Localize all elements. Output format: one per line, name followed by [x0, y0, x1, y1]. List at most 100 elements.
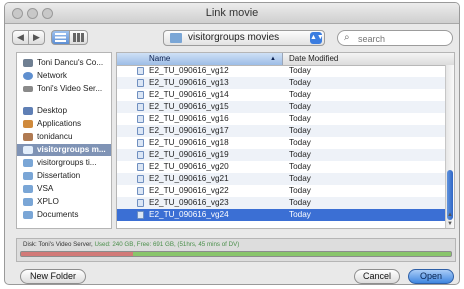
disk-used-fill — [21, 252, 133, 256]
forward-button[interactable]: ▶ — [28, 30, 45, 45]
sidebar-item-label: XPLO — [37, 197, 59, 206]
folder-icon — [23, 146, 33, 154]
movie-file-icon — [137, 187, 144, 195]
name-column-header[interactable]: Name ▲ — [117, 53, 283, 65]
sidebar-item-label: Documents — [37, 210, 79, 219]
disk-label: Disk: Toni's Video Server, — [23, 241, 93, 248]
date-column-header[interactable]: Date Modified — [289, 53, 338, 65]
file-name: E2_TU_090616_vg19 — [149, 150, 229, 159]
name-column-label: Name — [149, 54, 171, 63]
sidebar-item-applications[interactable]: Applications — [17, 118, 111, 130]
sidebar-item-home[interactable]: tonidancu — [17, 131, 111, 143]
sidebar-item-label: Toni's Video Ser... — [37, 84, 103, 93]
file-date: Today — [289, 198, 311, 207]
cancel-button[interactable]: Cancel — [354, 269, 400, 284]
column-view-icon — [73, 33, 84, 42]
location-label: visitorgroups movies — [188, 32, 280, 43]
movie-file-icon — [137, 103, 144, 111]
sidebar-item-label: Applications — [37, 119, 82, 128]
disk-status-text: Disk: Toni's Video Server, Used: 240 GB,… — [23, 241, 239, 248]
window-title: Link movie — [205, 7, 259, 19]
file-row[interactable]: E2_TU_090616_vg22 Today — [117, 185, 447, 197]
file-date: Today — [289, 78, 311, 87]
file-name: E2_TU_090616_vg14 — [149, 90, 229, 99]
movie-file-icon — [137, 163, 144, 171]
sidebar-item-computer[interactable]: Toni Dancu's Co... — [17, 57, 111, 69]
open-button[interactable]: Open — [408, 269, 454, 284]
sidebar-item-label: tonidancu — [37, 132, 73, 141]
folder-icon — [170, 33, 182, 43]
search-icon: ⌕ — [344, 32, 350, 43]
sidebar-item-label: visitorgroups ti... — [37, 158, 97, 167]
sidebar-item-network[interactable]: Network — [17, 70, 111, 82]
file-row-selected[interactable]: E2_TU_090616_vg24 Today — [117, 209, 447, 221]
movie-file-icon — [137, 139, 144, 147]
file-row[interactable]: E2_TU_090616_vg18 Today — [117, 137, 447, 149]
sidebar-item-desktop[interactable]: Desktop — [17, 105, 111, 117]
file-name: E2_TU_090616_vg16 — [149, 114, 229, 123]
folder-icon — [23, 172, 33, 180]
sidebar-item-label: VSA — [37, 184, 54, 193]
file-row[interactable]: E2_TU_090616_vg13 Today — [117, 77, 447, 89]
movie-file-icon — [137, 199, 144, 207]
new-folder-button[interactable]: New Folder — [20, 269, 86, 284]
location-popup[interactable]: visitorgroups movies ▲▼ — [163, 30, 325, 46]
file-row[interactable]: E2_TU_090616_vg21 Today — [117, 173, 447, 185]
sidebar-item-xplo[interactable]: XPLO — [17, 196, 111, 208]
popup-arrows-icon: ▲▼ — [310, 32, 324, 44]
column-view-button[interactable] — [69, 30, 88, 45]
sidebar-item-label: Desktop — [37, 106, 68, 115]
file-name: E2_TU_090616_vg23 — [149, 198, 229, 207]
back-button[interactable]: ◀ — [12, 30, 29, 45]
scroll-down-icon[interactable]: ▼ — [446, 220, 454, 228]
file-name: E2_TU_090616_vg12 — [149, 66, 229, 75]
link-movie-dialog: Link movie ◀ ▶ visitorgroups movies ▲▼ ⌕… — [4, 2, 460, 285]
disk-usage-bar — [20, 251, 452, 257]
file-row[interactable]: E2_TU_090616_vg12 Today — [117, 65, 447, 77]
sidebar: Toni Dancu's Co... Network Toni's Video … — [16, 52, 112, 229]
home-icon — [23, 133, 33, 141]
file-row[interactable]: E2_TU_090616_vg14 Today — [117, 89, 447, 101]
file-date: Today — [289, 186, 311, 195]
sidebar-item-video-server[interactable]: Toni's Video Ser... — [17, 83, 111, 95]
sidebar-item-visitorgroups-ti[interactable]: visitorgroups ti... — [17, 157, 111, 169]
search-field[interactable]: ⌕ — [337, 30, 453, 46]
sidebar-item-documents[interactable]: Documents — [17, 209, 111, 221]
search-input[interactable] — [356, 32, 450, 46]
file-date: Today — [289, 66, 311, 75]
file-name: E2_TU_090616_vg17 — [149, 126, 229, 135]
drive-icon — [23, 86, 33, 92]
documents-icon — [23, 211, 33, 219]
file-row[interactable]: E2_TU_090616_vg15 Today — [117, 101, 447, 113]
file-date: Today — [289, 162, 311, 171]
file-row[interactable]: E2_TU_090616_vg16 Today — [117, 113, 447, 125]
movie-file-icon — [137, 67, 144, 75]
scroll-up-icon[interactable]: ▲ — [446, 211, 454, 219]
file-row[interactable]: E2_TU_090616_vg20 Today — [117, 161, 447, 173]
movie-file-icon — [137, 91, 144, 99]
file-date: Today — [289, 90, 311, 99]
file-row[interactable]: E2_TU_090616_vg23 Today — [117, 197, 447, 209]
file-name: E2_TU_090616_vg13 — [149, 78, 229, 87]
file-row[interactable]: E2_TU_090616_vg19 Today — [117, 149, 447, 161]
desktop-icon — [23, 107, 33, 115]
file-date: Today — [289, 138, 311, 147]
sidebar-item-label: Dissertation — [37, 171, 81, 180]
file-name: E2_TU_090616_vg18 — [149, 138, 229, 147]
list-view-button[interactable] — [51, 30, 70, 45]
sort-ascending-icon: ▲ — [270, 56, 276, 62]
vertical-scrollbar[interactable]: ▲ ▼ — [445, 65, 454, 228]
sidebar-item-vsa[interactable]: VSA — [17, 183, 111, 195]
network-icon — [23, 72, 33, 80]
file-date: Today — [289, 174, 311, 183]
file-name: E2_TU_090616_vg20 — [149, 162, 229, 171]
back-arrow-icon: ◀ — [17, 32, 24, 42]
sidebar-item-dissertation[interactable]: Dissertation — [17, 170, 111, 182]
file-name: E2_TU_090616_vg22 — [149, 186, 229, 195]
applications-icon — [23, 120, 33, 128]
list-view-icon — [55, 33, 66, 42]
disk-status-panel: Disk: Toni's Video Server, Used: 240 GB,… — [16, 238, 456, 262]
sidebar-item-visitorgroups-movies[interactable]: visitorgroups m... — [17, 144, 111, 156]
file-row[interactable]: E2_TU_090616_vg17 Today — [117, 125, 447, 137]
movie-file-icon — [137, 115, 144, 123]
